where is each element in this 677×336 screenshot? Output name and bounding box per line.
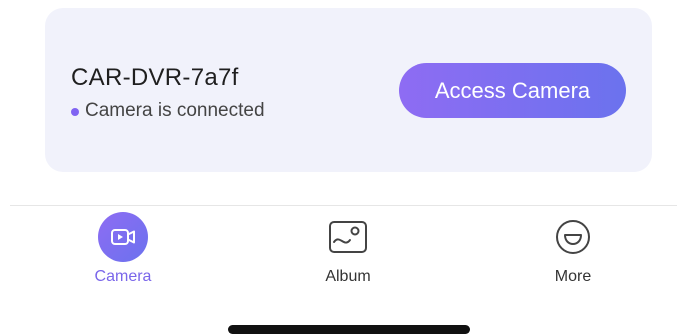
tab-more[interactable]: More — [523, 212, 623, 292]
status-dot-icon — [71, 107, 79, 116]
tab-camera-label: Camera — [94, 268, 152, 285]
app-screen: CAR-DVR-7a7f Camera is connected Access … — [0, 0, 677, 336]
smiley-icon — [548, 212, 598, 262]
tab-camera[interactable]: Camera — [73, 212, 173, 292]
connection-status-text: Camera is connected — [85, 100, 265, 121]
connection-status: Camera is connected — [71, 100, 265, 122]
device-name: CAR-DVR-7a7f — [71, 64, 239, 91]
video-camera-icon — [98, 212, 148, 262]
access-camera-button[interactable]: Access Camera — [399, 63, 626, 118]
tab-album-label: Album — [325, 268, 371, 285]
device-card: CAR-DVR-7a7f Camera is connected Access … — [45, 8, 652, 172]
tab-bar-divider — [10, 205, 677, 206]
image-icon — [323, 212, 373, 262]
tab-more-label: More — [554, 268, 592, 285]
home-indicator[interactable] — [228, 325, 470, 334]
tab-album[interactable]: Album — [298, 212, 398, 292]
